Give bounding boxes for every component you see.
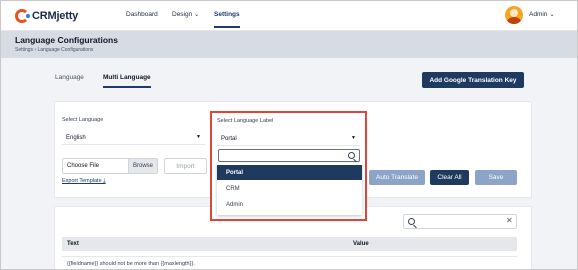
clear-all-button[interactable]: Clear All xyxy=(430,170,469,185)
user-name: Admin xyxy=(529,11,548,18)
app-frame: CRMjetty Dashboard Design ⌄ Settings Admi… xyxy=(0,0,578,270)
add-google-translation-key-button[interactable]: Add Google Translation Key xyxy=(422,72,524,88)
select-language-label-dropdown[interactable]: Portal ▼ xyxy=(217,132,360,146)
avatar[interactable] xyxy=(505,6,523,24)
search-icon xyxy=(348,152,355,159)
auto-translate-button[interactable]: Auto Translate xyxy=(369,170,425,185)
export-template-link[interactable]: Export Template ⤓ xyxy=(62,178,106,185)
import-button[interactable]: Import xyxy=(164,158,207,174)
logo[interactable]: CRMjetty xyxy=(15,7,78,25)
browse-button[interactable]: Browse xyxy=(128,159,157,173)
table-cell-text: {{fieldname}} should not be more than {{… xyxy=(67,261,195,267)
dropdown-options: Portal CRM Admin xyxy=(217,163,362,215)
page-title: Language Configurations xyxy=(15,35,118,45)
select-language-value: English xyxy=(66,134,86,141)
top-navbar: CRMjetty Dashboard Design ⌄ Settings Admi… xyxy=(1,1,577,31)
select-language-dropdown[interactable]: English ▼ xyxy=(62,131,205,145)
nav-dashboard[interactable]: Dashboard xyxy=(126,11,158,18)
dropdown-option-crm[interactable]: CRM xyxy=(217,181,362,196)
select-language-label: Select Language xyxy=(62,117,104,123)
choose-file-text: Choose File xyxy=(67,163,100,169)
nav-design[interactable]: Design ⌄ xyxy=(172,11,199,18)
page-header: Language Configurations Settings › Langu… xyxy=(1,31,577,58)
dropdown-option-portal[interactable]: Portal xyxy=(217,165,362,180)
select-language-label-value: Portal xyxy=(221,135,237,142)
column-value: Value xyxy=(353,241,369,247)
close-icon[interactable]: ✕ xyxy=(506,217,513,225)
table-header xyxy=(62,237,517,251)
save-button[interactable]: Save xyxy=(475,170,517,185)
tab-multi-language[interactable]: Multi Language xyxy=(103,74,151,88)
tab-language[interactable]: Language xyxy=(55,74,84,81)
caret-down-icon: ▼ xyxy=(351,135,356,141)
table-search-input[interactable] xyxy=(403,214,517,229)
breadcrumb[interactable]: Settings › Language Configurations xyxy=(15,47,93,53)
nav-settings[interactable]: Settings xyxy=(214,11,240,28)
chevron-down-icon: ⌄ xyxy=(194,12,200,18)
table-divider xyxy=(62,256,517,257)
nav-design-label: Design xyxy=(172,11,193,18)
file-input[interactable]: Choose File Browse xyxy=(62,158,158,174)
logo-icon xyxy=(15,9,30,23)
column-text: Text xyxy=(67,241,79,247)
search-icon xyxy=(408,218,415,225)
select-language-label-title: Select Language Label xyxy=(217,118,274,124)
chevron-down-icon: ⌄ xyxy=(549,12,555,18)
dropdown-search-input[interactable] xyxy=(218,149,360,162)
user-menu[interactable]: Admin ⌄ xyxy=(529,11,554,18)
caret-down-icon: ▼ xyxy=(196,134,201,140)
dropdown-option-admin[interactable]: Admin xyxy=(217,197,362,212)
logo-text: CRMjetty xyxy=(32,10,79,22)
